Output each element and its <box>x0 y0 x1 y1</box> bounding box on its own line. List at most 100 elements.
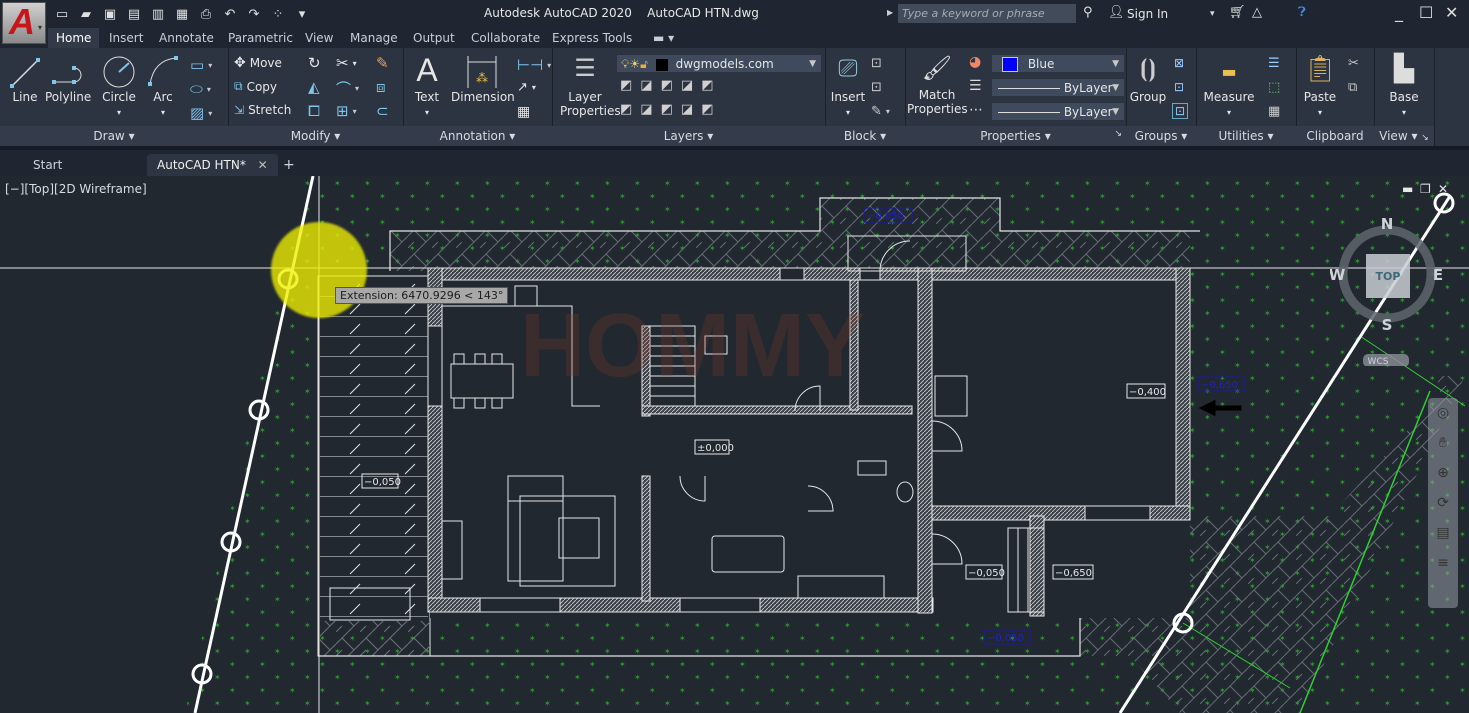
tab-manage[interactable]: Manage <box>342 28 406 48</box>
text-button[interactable]: A Text ▾ <box>409 50 445 118</box>
stretch-button[interactable]: ⇲ Stretch <box>234 103 291 117</box>
redo-icon[interactable]: ↷ <box>242 4 266 24</box>
ungroup-icon[interactable]: ⊠ <box>1174 56 1184 70</box>
pan-icon[interactable]: ✋︎ <box>1428 428 1458 458</box>
viewcube[interactable]: N S E W TOP WCS <box>1329 215 1460 367</box>
linetype-dropdown[interactable]: ByLayer ▼ <box>991 102 1125 121</box>
color-dropdown[interactable]: Blue ▼ <box>991 54 1125 73</box>
viewport-restore-icon[interactable]: ❐ <box>1420 182 1431 196</box>
tab-view[interactable]: View <box>297 28 341 48</box>
cut-icon[interactable]: ✂ <box>1348 56 1359 71</box>
steering-wheel-icon[interactable]: ◎ <box>1428 398 1458 428</box>
lineweight-dropdown[interactable]: ByLayer ▼ <box>991 78 1125 97</box>
layer-match-icon[interactable]: ◪ <box>640 78 652 93</box>
circle-button[interactable]: Circle ▾ <box>100 54 138 118</box>
new-tab-button[interactable]: + <box>283 154 295 176</box>
create-block-icon[interactable]: ⊡ <box>871 56 882 71</box>
measure-button[interactable]: ▬ Measure ▾ <box>1200 54 1258 118</box>
array-icon[interactable]: ⊞ ▾ <box>336 102 357 120</box>
viewport-controls-label[interactable]: [−][Top][2D Wireframe] <box>5 182 147 196</box>
tab-home[interactable]: Home <box>48 28 100 48</box>
tab-annotate[interactable]: Annotate <box>151 28 222 48</box>
layer-lock-icon[interactable]: ◪ <box>681 78 693 93</box>
workspace-icon[interactable]: ⁘ <box>266 4 290 24</box>
drawing-viewport[interactable]: [−][Top][2D Wireframe] ▬ ❐ ✕ ✶ ✶ <box>0 176 1469 713</box>
plot-icon[interactable]: ⎙ <box>194 4 218 24</box>
base-view-button[interactable]: ▙ Base ▾ <box>1378 54 1430 118</box>
erase-icon[interactable]: ✎ <box>376 54 389 72</box>
showmotion-icon[interactable]: ▤ <box>1428 518 1458 548</box>
binoculars-icon[interactable]: ⚲ <box>1083 5 1093 20</box>
new-icon[interactable]: ▭ <box>50 4 74 24</box>
edit-block-icon[interactable]: ⊡ <box>871 80 882 95</box>
customize-icon[interactable]: ▾ <box>290 4 314 24</box>
calculator-icon[interactable]: ▦ <box>1268 104 1280 119</box>
layer-isolate-icon[interactable]: ◩ <box>620 78 632 93</box>
block-panel-title[interactable]: Block ▾ <box>825 129 905 143</box>
quick-select-icon[interactable]: ☰ <box>1268 56 1280 71</box>
open-icon[interactable]: ▰ <box>74 4 98 24</box>
navbar-menu-icon[interactable]: ≡ <box>1428 548 1458 578</box>
layer-copy-icon[interactable]: ◩ <box>701 102 713 117</box>
trim-icon[interactable]: ✂ ▾ <box>336 54 357 72</box>
share-icon[interactable]: ▦ <box>170 4 194 24</box>
cart-icon[interactable]: 🛒︎ <box>1229 5 1246 20</box>
ellipse-icon[interactable]: ⬭ ▾ <box>190 80 211 98</box>
tab-insert[interactable]: Insert <box>101 28 151 48</box>
arc-button[interactable]: Arc ▾ <box>146 54 180 118</box>
group-button[interactable]: ⦗⦘ Group <box>1128 54 1168 104</box>
tab-parametric[interactable]: Parametric <box>220 28 301 48</box>
viewport-close-icon[interactable]: ✕ <box>1438 182 1448 196</box>
application-menu-button[interactable]: A ▾ <box>2 1 46 44</box>
autodesk-connect-icon[interactable]: △ <box>1252 5 1262 20</box>
group-selection-icon[interactable]: ⊡ <box>1172 103 1189 119</box>
zoom-extents-icon[interactable]: ⊕ <box>1428 458 1458 488</box>
ribbon-display-toggle[interactable]: ▬ ▾ <box>645 28 682 48</box>
explode-icon[interactable]: ⧈ <box>376 78 386 96</box>
minimize-button[interactable]: _ <box>1395 3 1403 22</box>
insert-block-button[interactable]: ⎚ Insert ▾ <box>829 54 867 118</box>
copy-clip-icon[interactable]: ⧉ <box>1348 80 1357 95</box>
copy-button[interactable]: ⧉ Copy <box>234 79 277 94</box>
properties-panel-title[interactable]: Properties ▾ ↘ <box>905 129 1126 143</box>
layer-dropdown[interactable]: 💡︎☀🔓︎ dwgmodels.com ▼ <box>616 54 822 73</box>
layer-on-all-icon[interactable]: ◩ <box>620 102 632 117</box>
help-icon[interactable]: ❓︎ <box>1298 5 1306 20</box>
fillet-icon[interactable]: ⌒ ▾ <box>336 78 359 99</box>
layer-thaw-all-icon[interactable]: ◩ <box>661 102 673 117</box>
mirror-icon[interactable]: ◭ <box>308 78 320 96</box>
sign-in-button[interactable]: Sign In <box>1127 7 1168 21</box>
open-from-web-icon[interactable]: ▥ <box>146 4 170 24</box>
draw-panel-title[interactable]: Draw ▾ <box>0 129 228 143</box>
save-icon[interactable]: ▣ <box>98 4 122 24</box>
layer-previous-icon[interactable]: ◪ <box>640 102 652 117</box>
search-input[interactable]: Type a keyword or phrase <box>898 4 1076 23</box>
expand-search-icon[interactable]: ▶ <box>887 8 893 17</box>
close-button[interactable]: ✕ <box>1445 3 1458 22</box>
tab-start[interactable]: Start <box>33 154 62 176</box>
modify-panel-title[interactable]: Modify ▾ <box>228 129 403 143</box>
layers-panel-title[interactable]: Layers ▾ <box>552 129 825 143</box>
rotate-icon[interactable]: ↻ <box>308 54 321 72</box>
paste-button[interactable]: 📋︎ Paste ▾ <box>1300 54 1340 118</box>
move-button[interactable]: ✥ Move <box>234 55 282 71</box>
line-button[interactable]: Line <box>6 54 44 104</box>
tab-drawing[interactable]: AutoCAD HTN* ✕ <box>147 154 278 176</box>
layer-properties-button[interactable]: ☰ Layer Properties <box>560 54 621 118</box>
polyline-button[interactable]: Polyline <box>45 54 91 104</box>
utilities-panel-title[interactable]: Utilities ▾ <box>1196 129 1296 143</box>
tab-output[interactable]: Output <box>405 28 463 48</box>
rectangle-icon[interactable]: ▭ ▾ <box>190 56 212 74</box>
tab-collaborate[interactable]: Collaborate <box>463 28 548 48</box>
groups-panel-title[interactable]: Groups ▾ <box>1126 129 1196 143</box>
linear-dimension-icon[interactable]: ⊢⊣ ▾ <box>517 56 551 74</box>
table-icon[interactable]: ▦ <box>517 104 530 120</box>
group-edit-icon[interactable]: ⊡ <box>1174 80 1184 94</box>
chevron-down-icon[interactable]: ▾ <box>1210 9 1215 19</box>
match-properties-button[interactable]: 🖌︎ Match Properties <box>907 54 968 116</box>
leader-icon[interactable]: ↗ ▾ <box>517 80 536 95</box>
select-all-icon[interactable]: ⬚ <box>1268 80 1280 95</box>
dimension-button[interactable]: ⁂ Dimension <box>451 54 515 104</box>
hatch-icon[interactable]: ▨ ▾ <box>190 104 212 122</box>
tab-express-tools[interactable]: Express Tools <box>544 28 640 48</box>
